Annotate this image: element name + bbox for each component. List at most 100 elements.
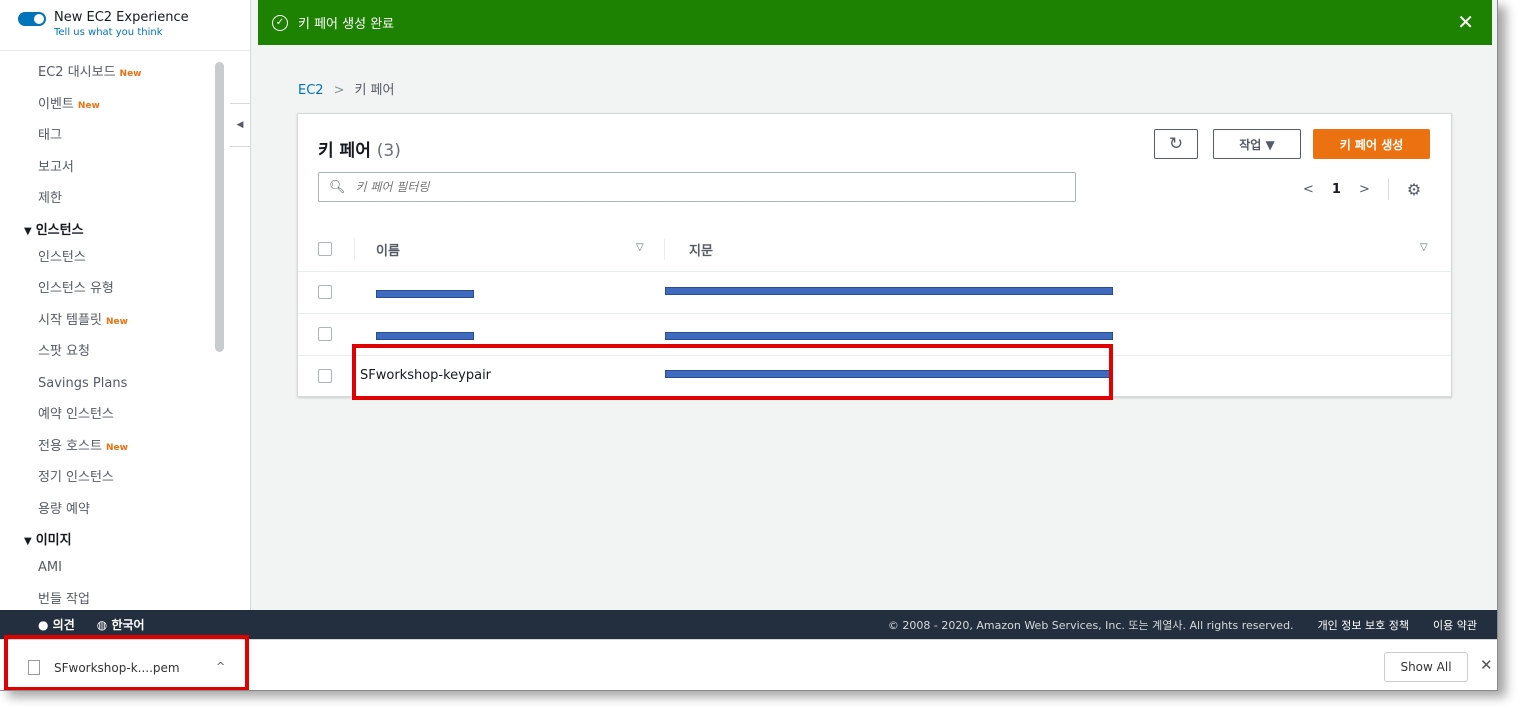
redaction-mark [665,287,1113,295]
pagination: < 1 > ⚙ [1303,178,1421,200]
sidebar-item-label: 태그 [38,128,62,143]
row-checkbox[interactable] [318,327,332,341]
feedback-link[interactable]: Tell us what you think [54,27,189,38]
sidebar-item-label: Savings Plans [38,375,128,391]
language-selector[interactable]: ◍ 한국어 [97,616,145,633]
current-page[interactable]: 1 [1332,182,1341,197]
sidebar-item-label: 인스턴스 [38,249,86,265]
highlight-box [4,635,249,690]
new-badge: New [77,100,100,111]
select-all-checkbox[interactable] [318,242,332,256]
title-text: 키 페어 [318,141,371,161]
sidebar-item-label: 용량 예약 [38,501,90,517]
create-key-pair-button[interactable]: 키 페어 생성 [1313,129,1430,159]
actions-dropdown-button[interactable]: 작업 ▼ [1213,129,1301,159]
row-checkbox[interactable] [318,285,332,299]
sort-icon[interactable]: ▽ [1420,242,1428,253]
close-icon[interactable]: ✕ [1457,10,1474,34]
column-divider [354,238,355,260]
sidebar-scrollbar[interactable] [215,62,224,352]
sidebar-item-dedicated-hosts[interactable]: 전용 호스트 New [38,436,228,468]
chevron-right-icon: > [333,83,345,98]
sidebar-item-instance-types[interactable]: 인스턴스 유형 [38,278,228,310]
breadcrumb-ec2-link[interactable]: EC2 [298,83,324,98]
caret-down-icon: ▼ [24,225,32,237]
sidebar-item-label: EC2 대시보드 [38,65,116,80]
section-label: 인스턴스 [35,222,84,238]
column-header-fingerprint[interactable]: 지문 [689,240,713,259]
sidebar-item-capacity-reservations[interactable]: 용량 예약 [38,499,228,531]
new-experience-toggle-area: New EC2 Experience Tell us what you thin… [18,10,189,38]
breadcrumb: EC2 > 키 페어 [298,79,394,98]
gear-icon[interactable]: ⚙ [1407,180,1421,199]
sidebar-item-label: 제한 [38,191,62,206]
show-all-button[interactable]: Show All [1384,652,1468,682]
sidebar-item-spot-requests[interactable]: 스팟 요청 [38,341,228,373]
filter-search-box[interactable]: 🔍︎ [318,172,1076,202]
globe-icon: ◍ [96,618,108,632]
check-circle-icon: ✓ [272,14,288,31]
collapse-sidebar-button[interactable]: ◀ [230,103,251,147]
terms-link[interactable]: 이용 약관 [1433,617,1477,633]
sidebar-item-tags[interactable]: 태그 [38,125,228,157]
previous-page-icon[interactable]: < [1303,182,1314,197]
sidebar-item-label: 인스턴스 유형 [38,281,114,296]
sidebar-item-label: AMI [38,560,62,575]
copyright-text: © 2008 - 2020, Amazon Web Services, Inc.… [887,618,1294,632]
item-count: (3) [376,141,401,161]
sidebar-item-label: 스팟 요청 [38,344,90,359]
sidebar-item-reports[interactable]: 보고서 [38,157,228,189]
redaction-mark [665,332,1113,340]
divider [0,50,250,51]
sidebar-item-label: 번들 작업 [38,591,90,607]
sort-icon[interactable]: ▽ [636,242,644,253]
new-experience-toggle[interactable] [18,12,46,26]
sidebar-nav: EC2 대시보드 New 이벤트 New 태그 보고서 제한 ▼ 인스턴스 인스턴스 … [24,62,228,611]
search-icon: 🔍︎ [329,179,346,195]
column-header-name[interactable]: 이름 [376,240,400,259]
filter-input[interactable] [353,179,1058,195]
new-experience-title: New EC2 Experience [54,10,189,25]
next-page-icon[interactable]: > [1359,182,1370,197]
table-header: 이름 ▽ 지문 ▽ [298,226,1451,272]
feedback-button[interactable]: ● 의견 [38,616,75,633]
page-title: 키 페어 (3) [318,136,401,161]
refresh-icon: ↻ [1168,134,1184,154]
sidebar-item-reserved-instances[interactable]: 예약 인스턴스 [38,404,228,436]
table-row[interactable] [298,272,1451,314]
sidebar-item-label: 정기 인스턴스 [38,470,114,485]
highlight-box [352,344,1113,400]
sidebar-item-label: 보고서 [38,159,74,175]
divider [1387,178,1389,200]
sidebar-item-bundle-tasks[interactable]: 번들 작업 [38,589,228,611]
flash-message: 키 페어 생성 완료 [298,17,395,32]
sidebar-section-instances[interactable]: ▼ 인스턴스 [24,220,228,247]
sidebar-item-launch-templates[interactable]: 시작 템플릿 New [38,310,228,342]
new-badge: New [105,316,128,327]
section-label: 이미지 [35,533,72,548]
sidebar-item-scheduled-instances[interactable]: 정기 인스턴스 [38,467,228,499]
language-label: 한국어 [111,618,145,632]
sidebar-item-events[interactable]: 이벤트 New [38,94,228,126]
column-divider [664,238,665,260]
sidebar-item-savings-plans[interactable]: Savings Plans [38,373,228,405]
close-icon[interactable]: ✕ [1480,656,1493,674]
success-flash-bar: ✓ 키 페어 생성 완료 ✕ [258,0,1492,45]
sidebar-item-label: 이벤트 [38,96,74,112]
privacy-policy-link[interactable]: 개인 정보 보호 정책 [1318,617,1409,633]
refresh-button[interactable]: ↻ [1154,129,1198,159]
speech-bubble-icon: ● [38,618,49,632]
sidebar-item-label: 전용 호스트 [38,438,102,454]
sidebar: New EC2 Experience Tell us what you thin… [0,0,251,610]
sidebar-item-ami[interactable]: AMI [38,557,228,589]
feedback-label: 의견 [52,618,75,632]
sidebar-item-label: 시작 템플릿 [38,312,102,328]
row-checkbox[interactable] [318,369,332,383]
new-badge: New [105,442,128,453]
sidebar-section-images[interactable]: ▼ 이미지 [24,530,228,557]
browser-window: New EC2 Experience Tell us what you thin… [0,0,1498,691]
new-badge: New [119,69,142,79]
sidebar-item-ec2-dashboard[interactable]: EC2 대시보드 New [38,62,228,94]
sidebar-item-limits[interactable]: 제한 [38,188,228,220]
sidebar-item-instances[interactable]: 인스턴스 [38,247,228,279]
